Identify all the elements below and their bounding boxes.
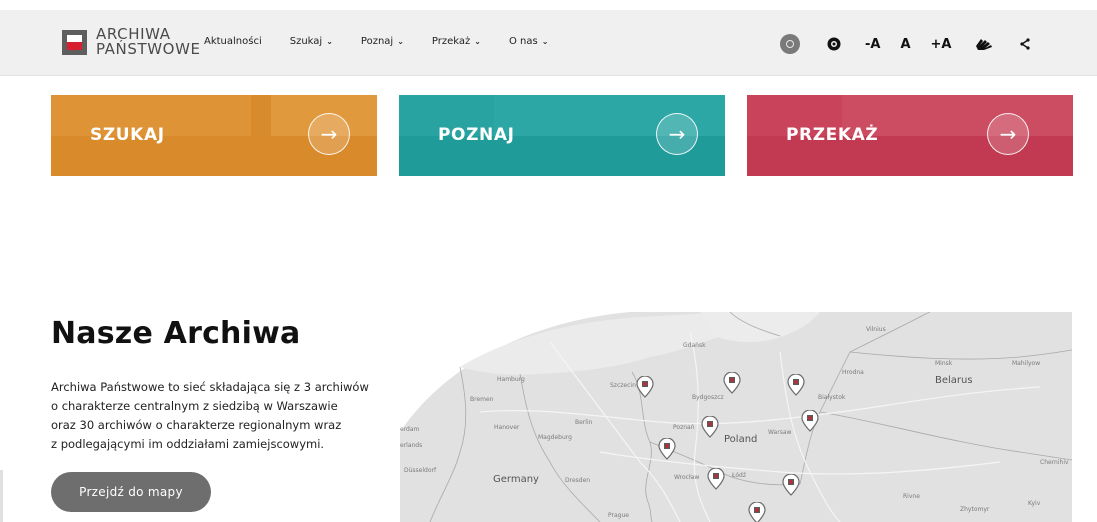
tile-przekaz[interactable]: PRZEKAŻ → (747, 95, 1073, 176)
tile-poznaj[interactable]: POZNAJ → (399, 95, 725, 176)
map-label-vilnius: Vilnius (866, 326, 886, 333)
logo[interactable]: ARCHIWA PAŃSTWOWE (62, 27, 201, 57)
logo-text: ARCHIWA PAŃSTWOWE (96, 27, 201, 57)
nav-item-przekaz[interactable]: Przekaż ⌄ (432, 36, 481, 47)
nav-item-label: Poznaj (360, 36, 394, 47)
map-label-dusseldorf: Düsseldorf (404, 467, 437, 474)
section-title: Nasze Archiwa (51, 316, 301, 351)
chevron-down-icon: ⌄ (397, 37, 404, 46)
logo-mark-icon (62, 29, 87, 55)
tile-label: SZUKAJ (90, 125, 165, 145)
share-icon[interactable] (1019, 38, 1030, 50)
arrow-right-icon: → (308, 113, 350, 155)
main-nav: Aktualności Szukaj ⌄ Poznaj ⌄ Przekaż ⌄ … (204, 36, 576, 47)
map-label-erdam: erdam (400, 426, 420, 433)
font-normal-button[interactable]: A (900, 37, 910, 52)
tile-label: PRZEKAŻ (786, 125, 879, 145)
map-label-warsaw: Warsaw (768, 429, 792, 436)
map-label-lodz: Łódź (732, 472, 747, 479)
archive-pin-icon[interactable] (658, 438, 676, 460)
map-label-bydgoszcz: Bydgoszcz (692, 394, 724, 401)
archive-pin-icon[interactable] (801, 410, 819, 432)
nav-item-poznaj[interactable]: Poznaj ⌄ (361, 36, 404, 47)
map-label-berlin: Berlin (575, 419, 593, 426)
nav-item-label: Aktualności (204, 36, 262, 47)
nav-item-aktualnosci[interactable]: Aktualności (204, 36, 262, 47)
tile-label: POZNAJ (438, 125, 515, 145)
map-label-rivne: Rivne (903, 493, 920, 500)
eye-icon[interactable] (827, 37, 841, 51)
map-label-belarus: Belarus (935, 375, 973, 386)
map-label-poznan: Poznań (673, 424, 695, 431)
map-label-hanover: Hanover (494, 424, 520, 431)
tile-szukaj[interactable]: SZUKAJ → (51, 95, 377, 176)
map-label-szczecin: Szczecin (610, 382, 636, 389)
nav-item-label: Szukaj (289, 36, 323, 47)
map-label-bialystok: Białystok (818, 394, 846, 401)
nav-item-o-nas[interactable]: O nas ⌄ (509, 36, 548, 47)
archive-pin-icon[interactable] (723, 372, 741, 394)
archives-map[interactable]: Vilnius Gdańsk Minsk Mahilyow Hrodna Bel… (400, 312, 1072, 522)
archive-pin-icon[interactable] (782, 474, 800, 496)
archive-pin-icon[interactable] (787, 374, 805, 396)
description-line: z podlegającymi im oddziałami zamiejscow… (51, 437, 325, 451)
search-icon[interactable] (780, 34, 800, 54)
font-larger-button[interactable]: +A (931, 37, 952, 52)
go-to-map-button[interactable]: Przejdź do mapy (51, 472, 211, 512)
nav-item-label: Przekaż (431, 36, 471, 47)
map-label-hrodna: Hrodna (842, 369, 864, 376)
chevron-down-icon: ⌄ (541, 37, 549, 46)
map-label-minsk: Minsk (935, 360, 953, 367)
map-label-magdeburg: Magdeburg (538, 434, 572, 441)
accessibility-toolbar: -A A +A (780, 32, 1030, 56)
chevron-down-icon: ⌄ (326, 37, 333, 46)
map-label-mahilyow: Mahilyow (1012, 360, 1041, 367)
chevron-down-icon: ⌄ (474, 37, 481, 46)
map-label-chernihiv: Chernihiv (1040, 459, 1069, 466)
arrow-right-icon: → (987, 113, 1029, 155)
map-label-hamburg: Hamburg (497, 376, 525, 383)
map-label-wroclaw: Wrocław (674, 474, 700, 481)
map-label-germany: Germany (493, 474, 539, 485)
map-label-erlands: erlands (400, 442, 423, 449)
archive-pin-icon[interactable] (707, 468, 725, 490)
logo-line2: PAŃSTWOWE (96, 40, 201, 58)
map-label-dresden: Dresden (565, 477, 591, 484)
archive-pin-icon[interactable] (636, 376, 654, 398)
description-line: oraz 30 archiwów o charakterze regionaln… (51, 418, 342, 432)
header: ARCHIWA PAŃSTWOWE Aktualności Szukaj ⌄ P… (0, 10, 1097, 76)
sign-language-icon[interactable] (974, 37, 994, 51)
map-label-prague: Prague (608, 512, 629, 519)
map-base (400, 312, 1072, 522)
arrow-right-icon: → (656, 113, 698, 155)
page: ARCHIWA PAŃSTWOWE Aktualności Szukaj ⌄ P… (0, 0, 1097, 522)
map-label-bremen: Bremen (470, 396, 494, 403)
side-divider (0, 470, 3, 522)
font-smaller-button[interactable]: -A (865, 37, 880, 52)
description-line: o charakterze centralnym z siedzibą w Wa… (51, 399, 338, 413)
section-description: Archiwa Państwowe to sieć składająca się… (51, 378, 396, 454)
nav-item-szukaj[interactable]: Szukaj ⌄ (290, 36, 333, 47)
archive-pin-icon[interactable] (748, 502, 766, 522)
nav-item-label: O nas (508, 36, 538, 47)
map-label-gdansk: Gdańsk (683, 342, 706, 349)
description-line: Archiwa Państwowe to sieć składająca się… (51, 380, 369, 394)
map-label-kyiv: Kyiv (1028, 500, 1041, 507)
map-label-poland: Poland (724, 434, 758, 445)
map-label-zhytomyr: Zhytomyr (960, 506, 990, 513)
archive-pin-icon[interactable] (701, 416, 719, 438)
